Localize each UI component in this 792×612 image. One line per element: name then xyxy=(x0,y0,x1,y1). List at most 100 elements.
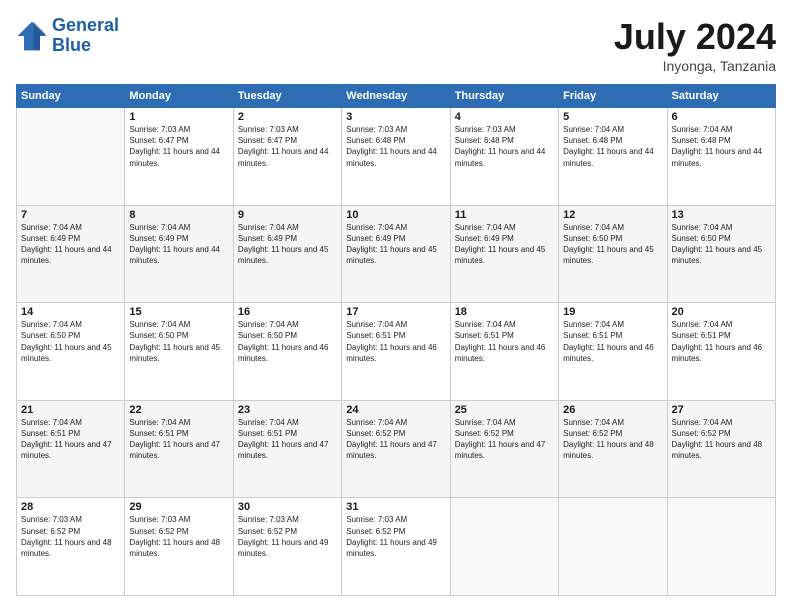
day-number: 12 xyxy=(563,209,662,221)
calendar-cell: 15Sunrise: 7:04 AMSunset: 6:50 PMDayligh… xyxy=(125,303,233,401)
day-info: Sunrise: 7:04 AMSunset: 6:52 PMDaylight:… xyxy=(563,417,662,462)
day-number: 2 xyxy=(238,111,337,123)
calendar-cell: 31Sunrise: 7:03 AMSunset: 6:52 PMDayligh… xyxy=(342,498,450,596)
calendar-cell: 30Sunrise: 7:03 AMSunset: 6:52 PMDayligh… xyxy=(233,498,341,596)
calendar-cell: 13Sunrise: 7:04 AMSunset: 6:50 PMDayligh… xyxy=(667,205,775,303)
day-info: Sunrise: 7:04 AMSunset: 6:51 PMDaylight:… xyxy=(129,417,228,462)
day-number: 31 xyxy=(346,501,445,513)
calendar-row: 21Sunrise: 7:04 AMSunset: 6:51 PMDayligh… xyxy=(17,400,776,498)
day-info: Sunrise: 7:04 AMSunset: 6:49 PMDaylight:… xyxy=(455,222,554,267)
day-number: 29 xyxy=(129,501,228,513)
day-info: Sunrise: 7:04 AMSunset: 6:52 PMDaylight:… xyxy=(672,417,771,462)
day-info: Sunrise: 7:03 AMSunset: 6:52 PMDaylight:… xyxy=(129,514,228,559)
calendar-cell: 8Sunrise: 7:04 AMSunset: 6:49 PMDaylight… xyxy=(125,205,233,303)
calendar-cell: 14Sunrise: 7:04 AMSunset: 6:50 PMDayligh… xyxy=(17,303,125,401)
calendar-cell xyxy=(667,498,775,596)
day-info: Sunrise: 7:04 AMSunset: 6:51 PMDaylight:… xyxy=(346,319,445,364)
day-info: Sunrise: 7:03 AMSunset: 6:48 PMDaylight:… xyxy=(455,124,554,169)
day-number: 15 xyxy=(129,306,228,318)
header-sunday: Sunday xyxy=(17,85,125,108)
day-info: Sunrise: 7:04 AMSunset: 6:51 PMDaylight:… xyxy=(455,319,554,364)
day-info: Sunrise: 7:03 AMSunset: 6:48 PMDaylight:… xyxy=(346,124,445,169)
day-info: Sunrise: 7:04 AMSunset: 6:49 PMDaylight:… xyxy=(238,222,337,267)
day-number: 25 xyxy=(455,404,554,416)
day-number: 7 xyxy=(21,209,120,221)
header-thursday: Thursday xyxy=(450,85,558,108)
calendar-cell: 5Sunrise: 7:04 AMSunset: 6:48 PMDaylight… xyxy=(559,108,667,206)
header-wednesday: Wednesday xyxy=(342,85,450,108)
day-number: 6 xyxy=(672,111,771,123)
day-info: Sunrise: 7:04 AMSunset: 6:52 PMDaylight:… xyxy=(455,417,554,462)
calendar-cell: 27Sunrise: 7:04 AMSunset: 6:52 PMDayligh… xyxy=(667,400,775,498)
title-block: July 2024 Inyonga, Tanzania xyxy=(614,16,776,74)
calendar-cell: 3Sunrise: 7:03 AMSunset: 6:48 PMDaylight… xyxy=(342,108,450,206)
day-info: Sunrise: 7:03 AMSunset: 6:52 PMDaylight:… xyxy=(21,514,120,559)
day-number: 17 xyxy=(346,306,445,318)
calendar-cell: 9Sunrise: 7:04 AMSunset: 6:49 PMDaylight… xyxy=(233,205,341,303)
calendar-cell: 12Sunrise: 7:04 AMSunset: 6:50 PMDayligh… xyxy=(559,205,667,303)
page: General Blue July 2024 Inyonga, Tanzania… xyxy=(0,0,792,612)
calendar-cell xyxy=(450,498,558,596)
day-info: Sunrise: 7:04 AMSunset: 6:50 PMDaylight:… xyxy=(129,319,228,364)
day-number: 19 xyxy=(563,306,662,318)
calendar-cell: 29Sunrise: 7:03 AMSunset: 6:52 PMDayligh… xyxy=(125,498,233,596)
day-number: 8 xyxy=(129,209,228,221)
day-number: 21 xyxy=(21,404,120,416)
calendar-cell: 11Sunrise: 7:04 AMSunset: 6:49 PMDayligh… xyxy=(450,205,558,303)
calendar-row: 7Sunrise: 7:04 AMSunset: 6:49 PMDaylight… xyxy=(17,205,776,303)
day-number: 18 xyxy=(455,306,554,318)
calendar-cell xyxy=(559,498,667,596)
day-info: Sunrise: 7:04 AMSunset: 6:49 PMDaylight:… xyxy=(346,222,445,267)
day-number: 3 xyxy=(346,111,445,123)
day-number: 14 xyxy=(21,306,120,318)
day-info: Sunrise: 7:03 AMSunset: 6:52 PMDaylight:… xyxy=(238,514,337,559)
day-number: 23 xyxy=(238,404,337,416)
day-info: Sunrise: 7:04 AMSunset: 6:51 PMDaylight:… xyxy=(563,319,662,364)
calendar-cell: 22Sunrise: 7:04 AMSunset: 6:51 PMDayligh… xyxy=(125,400,233,498)
calendar-cell: 7Sunrise: 7:04 AMSunset: 6:49 PMDaylight… xyxy=(17,205,125,303)
day-info: Sunrise: 7:03 AMSunset: 6:47 PMDaylight:… xyxy=(238,124,337,169)
calendar-cell: 19Sunrise: 7:04 AMSunset: 6:51 PMDayligh… xyxy=(559,303,667,401)
day-info: Sunrise: 7:04 AMSunset: 6:52 PMDaylight:… xyxy=(346,417,445,462)
day-info: Sunrise: 7:04 AMSunset: 6:49 PMDaylight:… xyxy=(21,222,120,267)
day-number: 28 xyxy=(21,501,120,513)
calendar-cell: 1Sunrise: 7:03 AMSunset: 6:47 PMDaylight… xyxy=(125,108,233,206)
calendar-table: Sunday Monday Tuesday Wednesday Thursday… xyxy=(16,84,776,596)
day-info: Sunrise: 7:04 AMSunset: 6:50 PMDaylight:… xyxy=(672,222,771,267)
day-info: Sunrise: 7:03 AMSunset: 6:47 PMDaylight:… xyxy=(129,124,228,169)
day-info: Sunrise: 7:04 AMSunset: 6:51 PMDaylight:… xyxy=(238,417,337,462)
header-friday: Friday xyxy=(559,85,667,108)
day-number: 9 xyxy=(238,209,337,221)
calendar-cell: 10Sunrise: 7:04 AMSunset: 6:49 PMDayligh… xyxy=(342,205,450,303)
weekday-header-row: Sunday Monday Tuesday Wednesday Thursday… xyxy=(17,85,776,108)
calendar-cell: 2Sunrise: 7:03 AMSunset: 6:47 PMDaylight… xyxy=(233,108,341,206)
header-saturday: Saturday xyxy=(667,85,775,108)
logo-blue: Blue xyxy=(52,35,91,55)
calendar-cell: 17Sunrise: 7:04 AMSunset: 6:51 PMDayligh… xyxy=(342,303,450,401)
calendar-cell: 20Sunrise: 7:04 AMSunset: 6:51 PMDayligh… xyxy=(667,303,775,401)
calendar-cell: 4Sunrise: 7:03 AMSunset: 6:48 PMDaylight… xyxy=(450,108,558,206)
day-number: 20 xyxy=(672,306,771,318)
day-number: 11 xyxy=(455,209,554,221)
day-info: Sunrise: 7:04 AMSunset: 6:50 PMDaylight:… xyxy=(238,319,337,364)
calendar-cell xyxy=(17,108,125,206)
day-number: 30 xyxy=(238,501,337,513)
day-info: Sunrise: 7:04 AMSunset: 6:51 PMDaylight:… xyxy=(672,319,771,364)
day-number: 22 xyxy=(129,404,228,416)
logo-icon xyxy=(16,20,48,52)
day-info: Sunrise: 7:04 AMSunset: 6:48 PMDaylight:… xyxy=(563,124,662,169)
day-number: 27 xyxy=(672,404,771,416)
header-tuesday: Tuesday xyxy=(233,85,341,108)
logo-text: General Blue xyxy=(52,16,119,56)
day-info: Sunrise: 7:03 AMSunset: 6:52 PMDaylight:… xyxy=(346,514,445,559)
logo-general: General xyxy=(52,15,119,35)
day-number: 4 xyxy=(455,111,554,123)
month-title: July 2024 xyxy=(614,16,776,58)
calendar-cell: 25Sunrise: 7:04 AMSunset: 6:52 PMDayligh… xyxy=(450,400,558,498)
day-number: 16 xyxy=(238,306,337,318)
day-info: Sunrise: 7:04 AMSunset: 6:50 PMDaylight:… xyxy=(563,222,662,267)
day-number: 13 xyxy=(672,209,771,221)
calendar-cell: 16Sunrise: 7:04 AMSunset: 6:50 PMDayligh… xyxy=(233,303,341,401)
day-info: Sunrise: 7:04 AMSunset: 6:50 PMDaylight:… xyxy=(21,319,120,364)
day-info: Sunrise: 7:04 AMSunset: 6:51 PMDaylight:… xyxy=(21,417,120,462)
